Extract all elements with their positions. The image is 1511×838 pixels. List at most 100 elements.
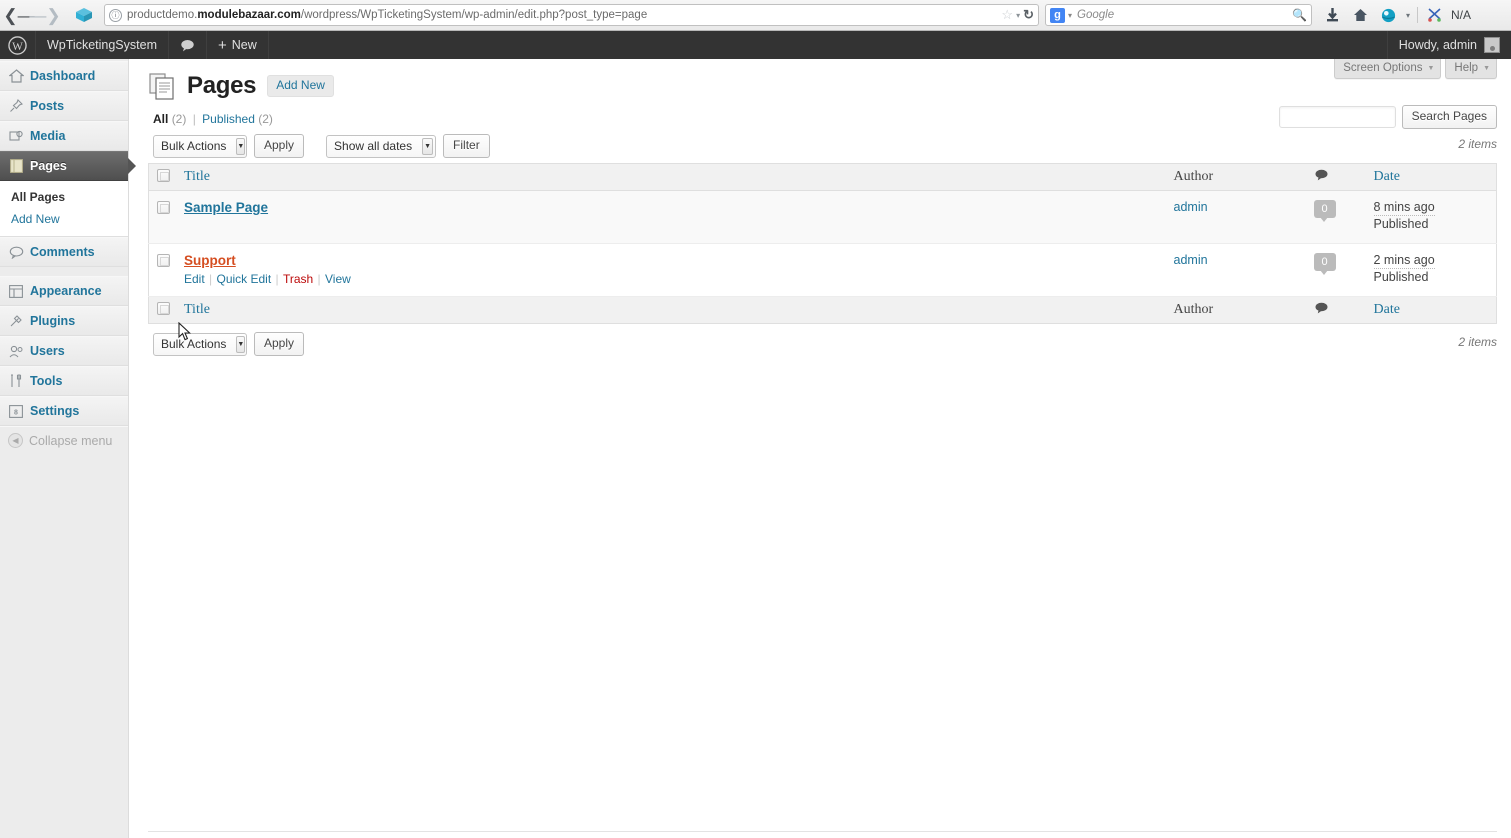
search-input[interactable]: Google: [1077, 9, 1114, 21]
forward-arrow-icon[interactable]: —❯: [29, 3, 60, 27]
column-footer-title[interactable]: Title: [177, 296, 1167, 324]
avatar[interactable]: [1484, 37, 1500, 53]
screen-options-label: Screen Options: [1343, 62, 1423, 74]
google-logo-icon: g: [1050, 7, 1065, 23]
column-header-comments[interactable]: [1306, 163, 1367, 191]
sidebar-item-comments[interactable]: Comments: [0, 237, 128, 267]
sidebar-item-media[interactable]: Media: [0, 121, 128, 151]
wp-admin-bar: W WpTicketingSystem + New Howdy, admin: [0, 31, 1511, 59]
search-pages-button[interactable]: Search Pages: [1401, 105, 1497, 129]
filter-button[interactable]: Filter: [443, 134, 490, 158]
sidebar-item-add-new[interactable]: Add New: [0, 208, 128, 230]
chevron-down-icon[interactable]: ▾: [1016, 11, 1020, 20]
screen-options-button[interactable]: Screen Options ▼: [1334, 59, 1442, 79]
adminbar-account[interactable]: Howdy, admin: [1386, 31, 1511, 59]
sidebar-item-posts[interactable]: Posts: [0, 91, 128, 121]
svg-text:W: W: [12, 40, 23, 52]
select-all-checkbox-footer[interactable]: [157, 302, 170, 315]
network-status-label: N/A: [1451, 8, 1472, 22]
page-title: Pages: [187, 72, 257, 99]
table-row[interactable]: Sample Page Edit | Quick Edit | Trash | …: [148, 190, 1497, 244]
comment-bubble-icon: [1315, 169, 1327, 180]
sidebar-item-all-pages[interactable]: All Pages: [0, 186, 128, 208]
adminbar-site-name[interactable]: WpTicketingSystem: [36, 31, 169, 59]
search-input[interactable]: [1278, 106, 1396, 128]
site-info-icon[interactable]: ⓘ: [109, 8, 122, 22]
sidebar-item-pages[interactable]: Pages: [0, 151, 136, 181]
admin-body: Dashboard Posts Media Pages All Pages Ad…: [0, 59, 1511, 838]
chevron-down-icon: ▼: [422, 137, 434, 155]
chevron-down-icon[interactable]: ▾: [1406, 11, 1410, 20]
apply-button-bottom[interactable]: Apply: [254, 332, 305, 356]
sidebar-item-label: Appearance: [30, 284, 102, 298]
select-all-header[interactable]: [148, 163, 177, 191]
comment-count-badge[interactable]: 0: [1313, 200, 1336, 222]
sidebar-item-users[interactable]: Users: [0, 336, 128, 366]
view-all-label[interactable]: All: [153, 112, 168, 126]
adminbar-new-button[interactable]: + New: [207, 31, 269, 59]
sidebar-item-plugins[interactable]: Plugins: [0, 306, 128, 336]
collapse-menu-button[interactable]: ◀ Collapse menu: [0, 426, 128, 454]
reload-icon[interactable]: ↻: [1023, 7, 1034, 23]
comment-count-badge[interactable]: 0: [1313, 253, 1336, 275]
magnifier-icon[interactable]: 🔍: [1292, 8, 1307, 22]
table-body: Sample Page Edit | Quick Edit | Trash | …: [148, 190, 1497, 297]
adminbar-comments[interactable]: [169, 31, 207, 59]
globe-icon[interactable]: [1374, 3, 1402, 27]
author-link[interactable]: admin: [1174, 200, 1208, 214]
search-engine-chevron-icon[interactable]: ▾: [1068, 11, 1072, 20]
wordpress-logo-icon[interactable]: W: [0, 31, 36, 59]
scissors-icon[interactable]: [1421, 3, 1449, 27]
sidebar-item-settings[interactable]: 8 Settings: [0, 396, 128, 426]
add-new-button[interactable]: Add New: [267, 75, 334, 97]
row-checkbox[interactable]: [157, 201, 170, 214]
row-checkbox[interactable]: [157, 254, 170, 267]
row-checkbox-cell[interactable]: [148, 243, 177, 297]
column-header-title[interactable]: Title: [177, 163, 1167, 191]
date-filter-label: Show all dates: [334, 139, 413, 153]
home-icon[interactable]: [1346, 3, 1374, 27]
browser-app-icon[interactable]: [72, 3, 96, 27]
settings-icon: 8: [8, 403, 24, 419]
sidebar-item-tools[interactable]: Tools: [0, 366, 128, 396]
star-icon[interactable]: ☆: [1001, 7, 1013, 23]
download-icon[interactable]: [1318, 3, 1346, 27]
trash-link[interactable]: Trash: [283, 272, 313, 286]
sidebar-item-dashboard[interactable]: Dashboard: [0, 61, 128, 91]
row-checkbox-cell[interactable]: [148, 190, 177, 244]
page-title-link[interactable]: Sample Page: [184, 200, 1160, 216]
page-title-link[interactable]: Support: [184, 253, 1160, 269]
url-prefix: productdemo.: [127, 9, 198, 21]
url-bar[interactable]: ⓘ productdemo.modulebazaar.com/wordpress…: [104, 4, 1039, 26]
table-row[interactable]: Support Edit | Quick Edit | Trash | View…: [148, 243, 1497, 297]
row-author-cell: admin: [1166, 243, 1307, 297]
chevron-down-icon: ▼: [1483, 64, 1490, 72]
back-arrow-icon[interactable]: ❮—: [3, 3, 34, 27]
table-header-row: Title Author Date: [148, 163, 1497, 191]
browser-toolbar-right: ▾ N/A: [1318, 3, 1471, 27]
select-all-checkbox[interactable]: [157, 169, 170, 182]
date-status: Published: [1373, 270, 1429, 284]
select-all-footer[interactable]: [148, 296, 177, 324]
column-footer-date[interactable]: Date: [1366, 296, 1497, 324]
help-button[interactable]: Help ▼: [1445, 59, 1497, 79]
browser-search-bar[interactable]: g ▾ Google 🔍: [1045, 4, 1312, 26]
edit-link[interactable]: Edit: [184, 272, 205, 286]
sidebar-item-label: Dashboard: [30, 69, 96, 83]
column-footer-comments[interactable]: [1306, 296, 1367, 324]
column-header-date[interactable]: Date: [1366, 163, 1497, 191]
views-separator: |: [192, 112, 196, 126]
apply-button-top[interactable]: Apply: [254, 134, 305, 158]
bulk-actions-select-top[interactable]: Bulk Actions ▼: [153, 134, 247, 158]
author-link[interactable]: admin: [1174, 253, 1208, 267]
view-link[interactable]: View: [325, 272, 351, 286]
view-published-label[interactable]: Published: [202, 112, 255, 126]
sidebar-item-appearance[interactable]: Appearance: [0, 276, 128, 306]
sidebar-item-label: Posts: [30, 99, 65, 113]
quick-edit-link[interactable]: Quick Edit: [216, 272, 271, 286]
date-filter-select[interactable]: Show all dates ▼: [326, 134, 437, 158]
sidebar-item-label: Pages: [30, 159, 67, 173]
pages-table: Title Author Date Sample Page admin 0 8 …: [148, 163, 1497, 324]
bulk-actions-select-bottom[interactable]: Bulk Actions ▼: [153, 332, 247, 356]
chevron-down-icon: ▼: [236, 137, 246, 155]
